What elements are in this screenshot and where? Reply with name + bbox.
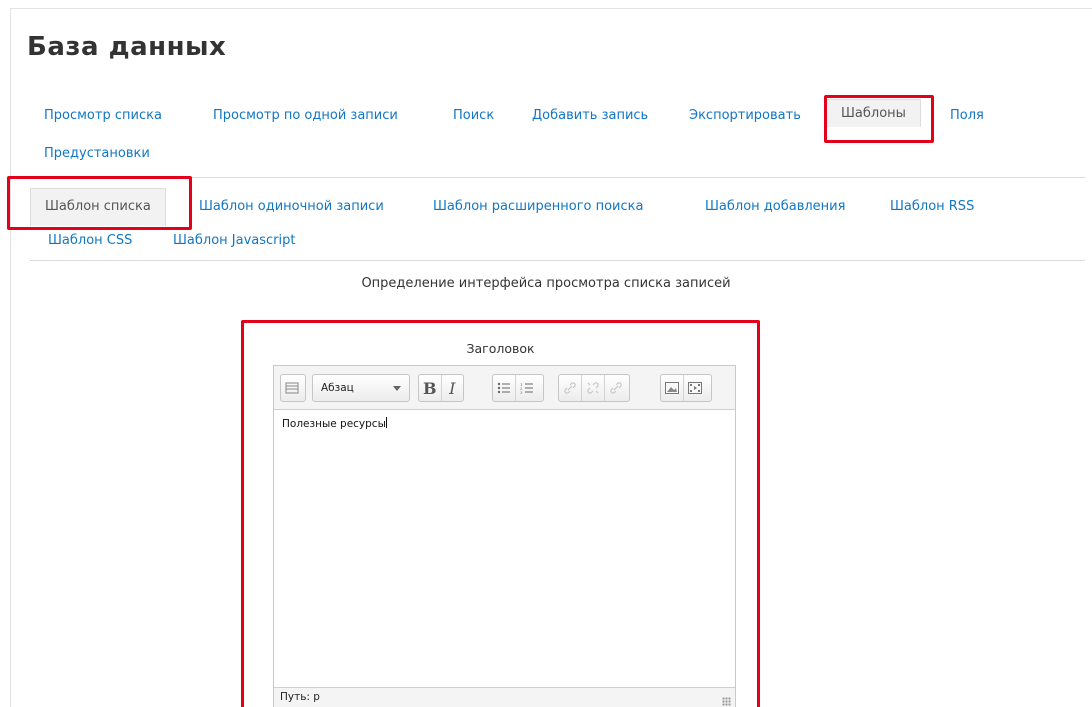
- rich-text-editor: Абзац B I 123 Полезные ресурсы Путь: p: [273, 365, 736, 707]
- toolbar-toggle-icon: [281, 375, 303, 401]
- editor-path: Путь: p: [280, 691, 320, 703]
- paragraph-format-select[interactable]: Абзац: [312, 374, 410, 402]
- editor-toolbar: Абзац B I 123: [274, 366, 735, 410]
- list-group: 123: [492, 374, 544, 402]
- editor-label: Заголовок: [466, 341, 535, 356]
- bold-icon[interactable]: B: [419, 375, 441, 401]
- link-group: [558, 374, 630, 402]
- editor-path-bar: Путь: p: [274, 687, 735, 707]
- subtab-add-template[interactable]: Шаблон добавления: [705, 199, 845, 214]
- numbered-list-icon[interactable]: 123: [516, 375, 538, 401]
- tabs-divider: [190, 177, 1085, 178]
- format-select-value: Абзац: [321, 382, 354, 394]
- tab-templates[interactable]: Шаблоны: [826, 99, 921, 127]
- svg-text:3: 3: [520, 390, 523, 394]
- link-icon[interactable]: [559, 375, 581, 401]
- subtab-javascript-template[interactable]: Шаблон Javascript: [173, 233, 295, 248]
- media-group: [660, 374, 712, 402]
- unlink-icon[interactable]: [582, 375, 604, 401]
- tab-fields[interactable]: Поля: [950, 108, 984, 123]
- subtab-advanced-search-template[interactable]: Шаблон расширенного поиска: [433, 199, 643, 214]
- subtabs-divider: [30, 260, 1085, 261]
- highlight-frame-editor: Заголовок Абзац B I 123 Полезные ресурсы…: [241, 320, 760, 707]
- subtab-rss-template[interactable]: Шаблон RSS: [890, 199, 974, 214]
- subtab-css-template[interactable]: Шаблон CSS: [48, 233, 132, 248]
- tab-presets[interactable]: Предустановки: [44, 146, 150, 161]
- image-icon[interactable]: [661, 375, 683, 401]
- toolbar-toggle-button[interactable]: [280, 374, 306, 402]
- editor-text: Полезные ресурсы: [282, 418, 386, 430]
- subtab-list-template[interactable]: Шаблон списка: [30, 188, 166, 226]
- tab-add-entry[interactable]: Добавить запись: [532, 108, 648, 123]
- media-icon[interactable]: [684, 375, 706, 401]
- page-title: База данных: [27, 32, 227, 62]
- tab-search[interactable]: Поиск: [453, 108, 494, 123]
- editor-content[interactable]: Полезные ресурсы: [282, 417, 387, 430]
- tab-export[interactable]: Экспортировать: [689, 108, 801, 123]
- tab-single-view[interactable]: Просмотр по одной записи: [213, 108, 398, 123]
- text-style-group: B I: [418, 374, 464, 402]
- anchor-icon[interactable]: [605, 375, 627, 401]
- bullet-list-icon[interactable]: [493, 375, 515, 401]
- resize-grip-icon[interactable]: [722, 697, 731, 706]
- text-cursor: [385, 417, 387, 428]
- italic-icon[interactable]: I: [442, 375, 464, 401]
- subtab-single-template[interactable]: Шаблон одиночной записи: [199, 199, 384, 214]
- tab-list-view[interactable]: Просмотр списка: [44, 108, 162, 123]
- section-description: Определение интерфейса просмотра списка …: [361, 276, 731, 291]
- chevron-down-icon: [393, 386, 401, 391]
